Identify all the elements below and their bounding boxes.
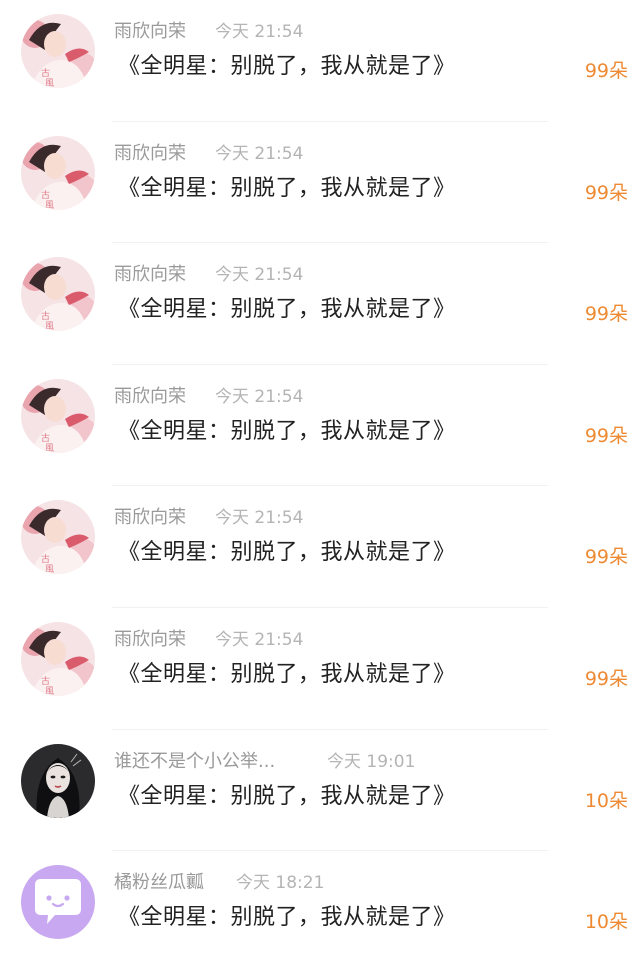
user-avatar[interactable]: 古 風 <box>21 135 95 210</box>
timestamp: 今天 21:54 <box>215 386 304 407</box>
user-avatar[interactable] <box>21 743 95 818</box>
girl-avatar-icon: 古 風 <box>21 257 95 332</box>
username[interactable]: 橘粉丝瓜瓤 <box>114 871 204 895</box>
svg-text:古: 古 <box>41 553 50 565</box>
timestamp: 今天 21:54 <box>215 143 304 164</box>
username[interactable]: 雨欣向荣 <box>114 263 186 287</box>
svg-text:風: 風 <box>45 200 54 210</box>
girl-avatar-icon: 古 風 <box>21 378 95 453</box>
comment-text: 《全明星：别脱了，我从就是了》 <box>118 175 456 201</box>
svg-text:風: 風 <box>45 443 54 453</box>
svg-text:古: 古 <box>41 310 50 322</box>
svg-text:古: 古 <box>41 432 50 444</box>
flower-count: 10朵 <box>584 911 628 934</box>
username[interactable]: 雨欣向荣 <box>114 385 186 409</box>
username[interactable]: 谁还不是个小公举... <box>114 750 275 774</box>
comment-list: 古 風 雨欣向荣 今天 21:54 《全明星：别脱了，我从就是了》 99朵 古 … <box>0 0 640 955</box>
comment-text: 《全明星：别脱了，我从就是了》 <box>118 418 456 444</box>
comment-text: 《全明星：别脱了，我从就是了》 <box>118 540 456 566</box>
username[interactable]: 雨欣向荣 <box>114 20 186 44</box>
user-avatar[interactable]: 古 風 <box>21 621 95 696</box>
timestamp: 今天 19:01 <box>327 751 416 772</box>
user-avatar[interactable] <box>21 865 95 940</box>
flower-count: 10朵 <box>584 789 628 812</box>
dark-hair-avatar-icon <box>21 743 95 818</box>
comment-text: 《全明星：别脱了，我从就是了》 <box>118 54 456 79</box>
svg-text:風: 風 <box>45 78 54 88</box>
flower-count: 99朵 <box>584 667 628 690</box>
timestamp: 今天 21:54 <box>215 629 304 650</box>
flower-count: 99朵 <box>584 60 628 82</box>
svg-text:古: 古 <box>41 189 50 201</box>
flower-count: 99朵 <box>584 546 628 569</box>
timestamp: 今天 21:54 <box>215 22 304 42</box>
comment-item[interactable]: 橘粉丝瓜瓤 今天 18:21 《全明星：别脱了，我从就是了》 10朵 <box>0 851 640 955</box>
comment-item[interactable]: 古 風 雨欣向荣 今天 21:54 《全明星：别脱了，我从就是了》 99朵 <box>0 365 640 487</box>
girl-avatar-icon: 古 風 <box>21 135 95 210</box>
comment-text: 《全明星：别脱了，我从就是了》 <box>118 297 456 323</box>
svg-text:風: 風 <box>45 321 54 331</box>
comment-item[interactable]: 古 風 雨欣向荣 今天 21:54 《全明星：别脱了，我从就是了》 99朵 <box>0 608 640 730</box>
username[interactable]: 雨欣向荣 <box>114 142 186 166</box>
flower-count: 99朵 <box>584 424 628 447</box>
timestamp: 今天 18:21 <box>236 873 325 894</box>
comment-item[interactable]: 古 風 雨欣向荣 今天 21:54 《全明星：别脱了，我从就是了》 99朵 <box>0 486 640 608</box>
comment-item[interactable]: 古 風 雨欣向荣 今天 21:54 《全明星：别脱了，我从就是了》 99朵 <box>0 0 640 122</box>
svg-text:風: 風 <box>45 686 54 696</box>
chat-bubble-avatar-icon <box>21 865 95 940</box>
flower-count: 99朵 <box>584 181 628 204</box>
girl-avatar-icon: 古 風 <box>21 621 95 696</box>
user-avatar[interactable]: 古 風 <box>21 257 95 332</box>
svg-text:古: 古 <box>41 67 50 79</box>
user-avatar[interactable]: 古 風 <box>21 14 95 88</box>
comment-text: 《全明星：别脱了，我从就是了》 <box>118 905 456 931</box>
svg-text:風: 風 <box>45 564 54 574</box>
timestamp: 今天 21:54 <box>215 508 304 529</box>
comment-item[interactable]: 古 風 雨欣向荣 今天 21:54 《全明星：别脱了，我从就是了》 99朵 <box>0 243 640 365</box>
username[interactable]: 雨欣向荣 <box>114 628 186 652</box>
girl-avatar-icon: 古 風 <box>21 14 95 88</box>
girl-avatar-icon: 古 風 <box>21 500 95 575</box>
flower-count: 99朵 <box>584 303 628 326</box>
username[interactable]: 雨欣向荣 <box>114 506 186 530</box>
user-avatar[interactable]: 古 風 <box>21 500 95 575</box>
comment-item[interactable]: 谁还不是个小公举... 今天 19:01 《全明星：别脱了，我从就是了》 10朵 <box>0 730 640 852</box>
user-avatar[interactable]: 古 風 <box>21 378 95 453</box>
timestamp: 今天 21:54 <box>215 265 304 286</box>
comment-text: 《全明星：别脱了，我从就是了》 <box>118 661 456 687</box>
svg-text:古: 古 <box>41 675 50 687</box>
comment-text: 《全明星：别脱了，我从就是了》 <box>118 783 456 809</box>
comment-item[interactable]: 古 風 雨欣向荣 今天 21:54 《全明星：别脱了，我从就是了》 99朵 <box>0 122 640 244</box>
